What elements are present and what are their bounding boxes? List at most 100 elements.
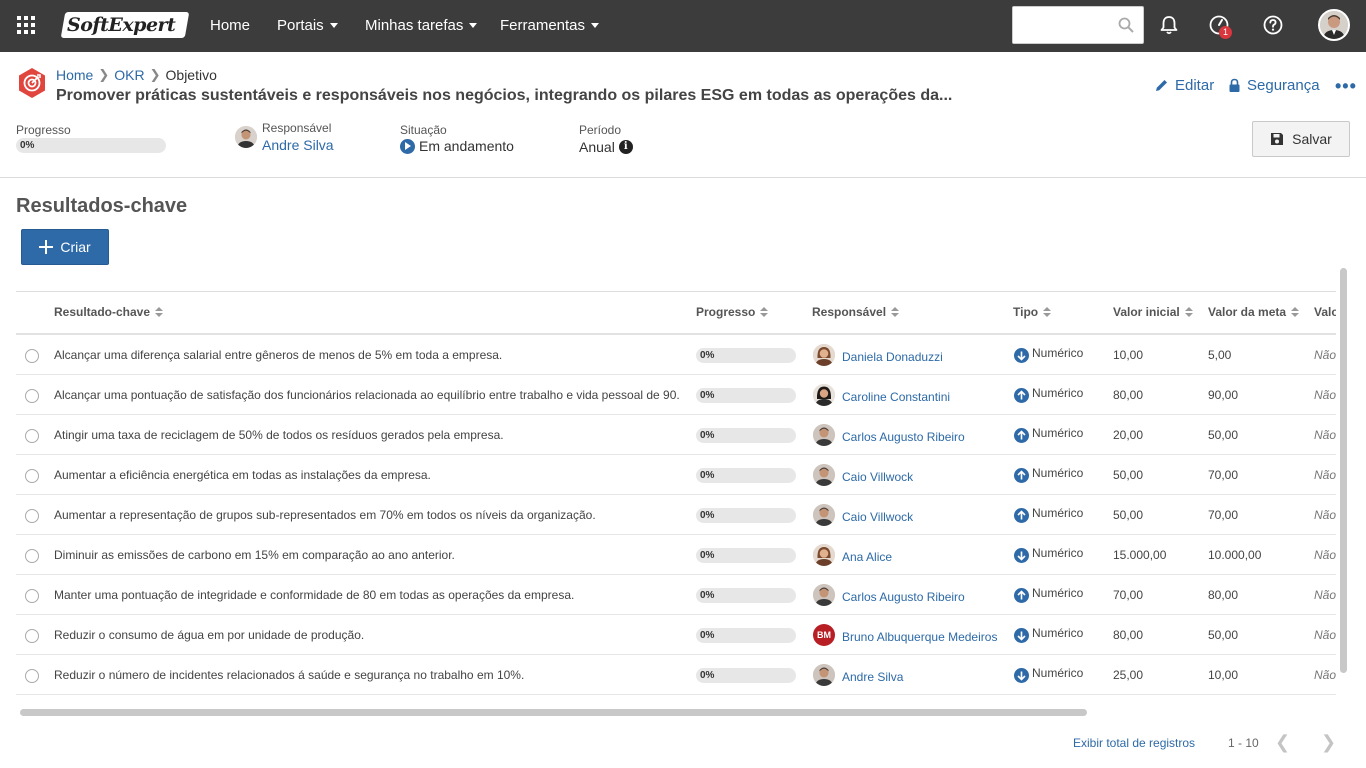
- play-icon: [400, 138, 415, 154]
- objective-icon: [19, 68, 45, 98]
- softexpert-logo[interactable]: SoftExpert: [60, 12, 190, 38]
- table-row[interactable]: Atingir uma taxa de reciclagem de 50% de…: [16, 415, 1336, 455]
- info-icon[interactable]: i: [618, 140, 633, 154]
- responsible-link[interactable]: Caio Villwock: [842, 470, 913, 484]
- responsible-link[interactable]: Bruno Albuquerque Medeiros: [842, 630, 997, 644]
- extra-value: Não: [1314, 668, 1336, 682]
- initial-value: 25,00: [1113, 668, 1144, 682]
- responsible-link[interactable]: Carlos Augusto Ribeiro: [842, 430, 965, 444]
- table-row[interactable]: Reduzir o número de incidentes relaciona…: [16, 655, 1336, 695]
- section-title: Resultados-chave: [16, 195, 188, 217]
- extra-value: Não: [1314, 388, 1336, 402]
- row-select-radio[interactable]: [25, 509, 39, 523]
- row-select-radio[interactable]: [25, 469, 39, 483]
- create-button[interactable]: Criar: [21, 229, 109, 265]
- column-header-target-value[interactable]: Valor da meta: [1208, 305, 1300, 319]
- header-divider: [0, 177, 1366, 178]
- row-progress-bar: 0%: [696, 588, 796, 603]
- row-select-radio[interactable]: [25, 349, 39, 363]
- breadcrumb-home[interactable]: Home: [56, 67, 93, 83]
- breadcrumb-okr[interactable]: OKR: [114, 67, 144, 83]
- responsible-link[interactable]: Carlos Augusto Ribeiro: [842, 590, 965, 604]
- nav-portais[interactable]: Portais: [277, 17, 338, 34]
- key-result-name[interactable]: Diminuir as emissões de carbono em 15% e…: [54, 548, 455, 562]
- row-select-radio[interactable]: [25, 629, 39, 643]
- security-button[interactable]: Segurança: [1228, 77, 1320, 94]
- responsible-link[interactable]: Ana Alice: [842, 550, 892, 564]
- row-select-radio[interactable]: [25, 669, 39, 683]
- search-input[interactable]: [1013, 7, 1113, 43]
- column-header-initial-value[interactable]: Valor inicial: [1113, 305, 1193, 319]
- next-page-icon[interactable]: ❯: [1321, 733, 1336, 751]
- responsible-link[interactable]: Andre Silva: [842, 670, 903, 684]
- row-select-radio[interactable]: [25, 389, 39, 403]
- extra-value: Não: [1314, 468, 1336, 482]
- sort-icon: [1291, 307, 1300, 317]
- table-row[interactable]: Alcançar uma pontuação de satisfação dos…: [16, 375, 1336, 415]
- nav-ferramentas[interactable]: Ferramentas: [500, 17, 600, 34]
- table-row[interactable]: Aumentar a representação de grupos sub-r…: [16, 495, 1336, 535]
- column-header-progress[interactable]: Progresso: [696, 305, 769, 319]
- table-row[interactable]: Reduzir o consumo de água em por unidade…: [16, 615, 1336, 655]
- row-progress-bar: 0%: [696, 508, 796, 523]
- responsible-avatar: [813, 584, 835, 606]
- key-result-name[interactable]: Manter uma pontuação de integridade e co…: [54, 588, 574, 602]
- vertical-scrollbar[interactable]: [1340, 268, 1347, 673]
- table-row[interactable]: Manter uma pontuação de integridade e co…: [16, 575, 1336, 615]
- column-header-result[interactable]: Resultado-chave: [54, 305, 164, 319]
- period-value: Anual i: [579, 139, 633, 155]
- nav-minhas-tarefas[interactable]: Minhas tarefas: [365, 17, 478, 34]
- responsible-avatar: [813, 344, 835, 366]
- responsible-avatar: [813, 504, 835, 526]
- edit-button[interactable]: Editar: [1154, 77, 1214, 94]
- row-progress-bar: 0%: [696, 428, 796, 443]
- search-icon[interactable]: [1118, 17, 1134, 33]
- row-select-radio[interactable]: [25, 549, 39, 563]
- table-row[interactable]: Alcançar uma diferença salarial entre gê…: [16, 335, 1336, 375]
- table-row[interactable]: Aumentar a eficiência energética em toda…: [16, 455, 1336, 495]
- nav-ferramentas-label: Ferramentas: [500, 17, 586, 34]
- nav-home[interactable]: Home: [210, 17, 250, 34]
- key-result-name[interactable]: Reduzir o número de incidentes relaciona…: [54, 668, 524, 682]
- key-results-table: Resultado-chave Progresso Responsável Ti…: [16, 291, 1336, 709]
- nav-minhas-tarefas-label: Minhas tarefas: [365, 17, 464, 34]
- row-select-radio[interactable]: [25, 429, 39, 443]
- pagination-range: 1 - 10: [1228, 736, 1259, 750]
- arrow-up-icon: [1014, 468, 1029, 483]
- key-result-name[interactable]: Alcançar uma diferença salarial entre gê…: [54, 348, 502, 362]
- row-progress-value: 0%: [700, 590, 715, 601]
- bell-icon[interactable]: [1158, 14, 1180, 36]
- horizontal-scrollbar[interactable]: [20, 709, 1087, 716]
- responsible-link[interactable]: Caroline Constantini: [842, 390, 950, 404]
- target-value: 70,00: [1208, 508, 1239, 522]
- responsible-link[interactable]: Daniela Donaduzzi: [842, 350, 943, 364]
- arrow-up-icon: [1014, 508, 1029, 523]
- column-header-label: Responsável: [812, 305, 887, 319]
- key-result-name[interactable]: Reduzir o consumo de água em por unidade…: [54, 628, 364, 642]
- more-options-icon[interactable]: •••: [1335, 76, 1357, 97]
- help-icon[interactable]: [1262, 14, 1284, 36]
- row-select-radio[interactable]: [25, 589, 39, 603]
- row-progress-bar: 0%: [696, 668, 796, 683]
- user-avatar[interactable]: [1318, 9, 1350, 41]
- objective-progress-value: 0%: [20, 140, 35, 151]
- key-result-name[interactable]: Alcançar uma pontuação de satisfação dos…: [54, 388, 680, 402]
- responsible-name-link[interactable]: Andre Silva: [262, 137, 334, 153]
- column-header-type[interactable]: Tipo: [1013, 305, 1052, 319]
- column-header-responsible[interactable]: Responsável: [812, 305, 900, 319]
- table-row[interactable]: Diminuir as emissões de carbono em 15% e…: [16, 535, 1336, 575]
- key-result-name[interactable]: Aumentar a eficiência energética em toda…: [54, 468, 431, 482]
- key-result-name[interactable]: Aumentar a representação de grupos sub-r…: [54, 508, 596, 522]
- column-header-extra[interactable]: Valo: [1314, 305, 1336, 319]
- save-button[interactable]: Salvar: [1252, 121, 1350, 157]
- show-total-records-link[interactable]: Exibir total de registros: [1073, 736, 1195, 750]
- security-label: Segurança: [1247, 77, 1320, 94]
- responsible-link[interactable]: Caio Villwock: [842, 510, 913, 524]
- target-value: 5,00: [1208, 348, 1232, 362]
- key-result-name[interactable]: Atingir uma taxa de reciclagem de 50% de…: [54, 428, 504, 442]
- app-launcher-icon[interactable]: [17, 16, 35, 34]
- floppy-disk-icon: [1271, 133, 1284, 145]
- global-search: [1012, 6, 1144, 44]
- previous-page-icon[interactable]: ❮: [1275, 733, 1290, 751]
- column-header-label: Progresso: [696, 305, 756, 319]
